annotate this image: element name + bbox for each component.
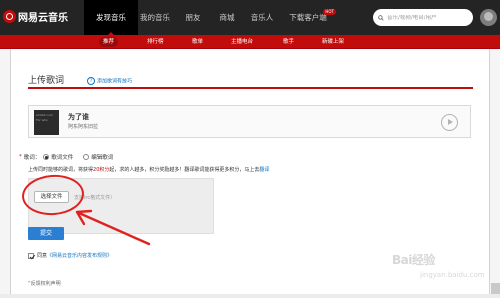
brand-name: 网易云音乐 [18,13,68,24]
top-navigation-bar: 网易云音乐 发现音乐 我的音乐 朋友 商城 音乐人 下载客户端 HOT [0,0,500,35]
hot-badge: HOT [323,9,336,15]
user-avatar[interactable] [480,9,497,26]
watermark-text: Bai经验 [392,253,435,267]
page-header: 上传歌词 添加歌词有技巧 [28,73,473,89]
nav-tab-download[interactable]: 下载客户端 HOT [286,0,336,35]
nav-tab-download-label: 下载客户端 [289,13,327,22]
copyright-feedback-link[interactable]: “反馈权利声明 [28,280,61,287]
agreement-row: 同意 《网易云音乐内容发布规则》 [28,252,112,259]
song-card: ahidut.com For who 为了谁 阿东阿东旧拉 [28,105,471,138]
lyric-type-row: * 歌词： 歌词文件 编辑歌词 [19,153,113,161]
album-cover: ahidut.com For who [34,110,59,135]
nav-tab-discover[interactable]: 发现音乐 [84,0,138,35]
search-box[interactable] [373,9,473,26]
reward-info-prefix: 上传同时能够的歌词，将获得 [28,167,94,173]
rules-link[interactable]: 《网易云音乐内容发布规则》 [47,252,112,259]
nav-tab-store[interactable]: 商城 [214,0,240,35]
nav-tab-my-music[interactable]: 我的音乐 [138,0,172,35]
agree-checkbox[interactable] [28,252,34,259]
lyric-label: 歌词： [23,155,41,161]
radio-lyric-file[interactable] [43,154,50,160]
subnav-item-new-albums[interactable]: 新碟上架 [322,37,344,47]
subnav-item-radio[interactable]: 主播电台 [231,37,253,47]
translate-link[interactable]: 翻译 [259,167,269,173]
feedback-label[interactable]: 反馈权利声明 [31,281,61,287]
song-name[interactable]: 为了谁 [68,112,89,122]
netease-music-logo[interactable]: 网易云音乐 [3,9,68,24]
subnav-item-charts[interactable]: 排行榜 [147,37,164,47]
submit-button[interactable]: 提交 [28,227,64,240]
required-mark: * [19,154,22,160]
reward-info-suffix: 起，求的人越多，积分奖励越多！翻译歌词能获得更多积分，马上去 [109,167,260,173]
reward-score: 20积分 [93,167,110,173]
bottom-strip [0,294,500,298]
song-artist[interactable]: 阿东阿东旧拉 [68,123,98,130]
subnav-item-recommend[interactable]: 推荐 [99,37,119,47]
subnav-item-artists[interactable]: 歌手 [283,37,294,47]
search-icon [378,14,384,21]
sub-navigation-bar: 推荐 排行榜 歌单 主播电台 歌手 新碟上架 [0,35,500,49]
reward-info: 上传同时能够的歌词，将获得20积分起，求的人越多，积分奖励越多！翻译歌词能获得更… [28,166,269,173]
watermark-url: jingyan.baidu.com [420,271,485,279]
play-icon[interactable] [441,114,458,131]
search-input[interactable] [387,14,467,21]
annotation-arrow-icon [75,209,151,246]
agree-prefix: 同意 [37,253,48,259]
nav-tab-musician[interactable]: 音乐人 [246,0,278,35]
baidu-jingyan-watermark: Bai经验 jingyan.baidu.com [392,243,492,293]
netease-logo-icon [3,10,16,23]
lyric-tips-link[interactable]: 添加歌词有技巧 [87,77,132,85]
nav-tab-friends[interactable]: 朋友 [172,0,214,35]
page-title: 上传歌词 [28,76,65,86]
radio-edit-lyric-label[interactable]: 编辑歌词 [91,153,113,161]
subnav-item-playlists[interactable]: 歌单 [192,37,203,47]
radio-edit-lyric[interactable] [83,154,90,160]
radio-lyric-file-label[interactable]: 歌词文件 [51,153,73,161]
